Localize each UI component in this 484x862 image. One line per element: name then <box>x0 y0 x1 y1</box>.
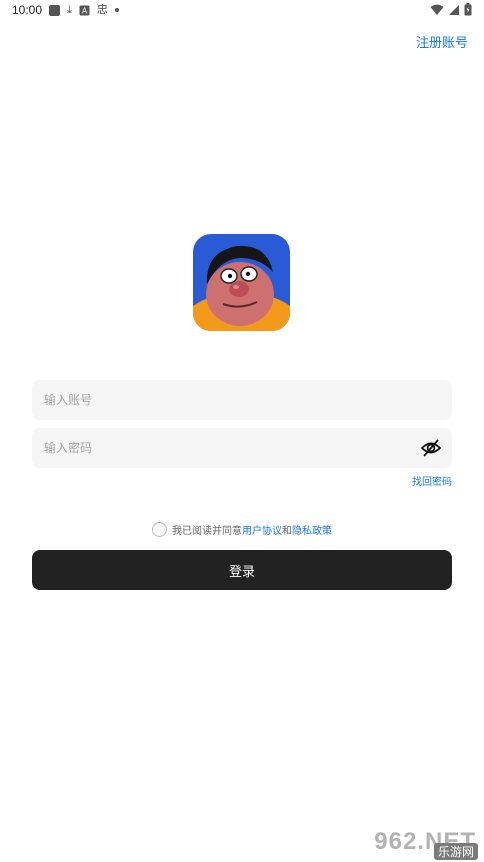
battery-icon <box>464 3 472 16</box>
account-input[interactable] <box>32 380 416 420</box>
status-chinese-char: 忠 <box>96 4 108 16</box>
status-bar: 10:00 ⤓ A 忠 <box>0 0 484 22</box>
dot-icon <box>114 8 119 12</box>
agree-radio[interactable] <box>152 522 167 537</box>
status-icons-left: ⤓ A 忠 <box>49 3 119 17</box>
forgot-password-link[interactable]: 找回密码 <box>412 473 452 488</box>
eye-slash-icon[interactable] <box>420 437 442 459</box>
user-agreement-link[interactable]: 用户协议 <box>242 522 282 537</box>
download-icon: ⤓ <box>67 4 72 16</box>
login-button[interactable]: 登录 <box>32 550 452 590</box>
wifi-icon <box>430 4 444 15</box>
password-input[interactable] <box>32 428 416 468</box>
agree-and: 和 <box>282 526 292 537</box>
watermark-subtext: 乐游网 <box>433 843 478 860</box>
signal-icon <box>449 4 459 15</box>
register-account-link[interactable]: 注册账号 <box>416 32 468 51</box>
svg-text:A: A <box>82 6 88 15</box>
agree-prefix: 我已阅读并同意 <box>172 526 242 537</box>
status-time: 10:00 <box>12 3 43 17</box>
privacy-policy-link[interactable]: 隐私政策 <box>292 522 332 537</box>
account-field[interactable] <box>32 380 452 420</box>
agreement-row: 我已阅读并同意 用户协议 和 隐私政策 <box>0 522 484 537</box>
a-box-icon: A <box>79 5 90 15</box>
password-field[interactable] <box>32 428 452 468</box>
square-icon <box>49 4 60 16</box>
app-logo <box>193 234 290 331</box>
status-icons-right <box>430 3 472 16</box>
cartoon-avatar-logo-icon <box>193 234 290 331</box>
